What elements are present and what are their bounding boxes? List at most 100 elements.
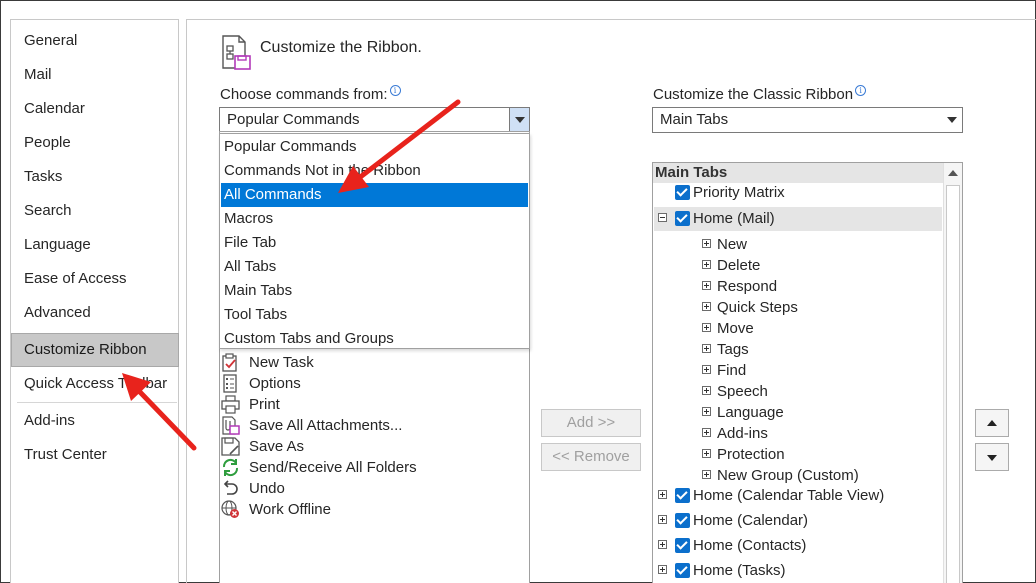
choose-commands-value: Popular Commands — [227, 111, 360, 128]
choose-commands-dropdown[interactable]: Popular Commands — [219, 107, 530, 133]
sidebar-item-calendar[interactable]: Calendar — [12, 93, 177, 125]
sidebar-item-ease-of-access[interactable]: Ease of Access — [12, 263, 177, 295]
offline-globe-icon — [221, 500, 239, 518]
new-task-icon — [222, 353, 237, 372]
tree-item-label: Speech — [717, 383, 768, 400]
expand-icon[interactable] — [658, 565, 667, 574]
scroll-up-icon[interactable] — [948, 170, 958, 176]
dropdown-option[interactable]: Tool Tabs — [221, 303, 528, 327]
expand-icon[interactable] — [702, 344, 711, 353]
tree-item-label: Quick Steps — [717, 299, 798, 316]
list-item-label: Options — [249, 375, 301, 392]
sidebar-item-advanced[interactable]: Advanced — [12, 297, 177, 329]
choose-commands-options: Popular Commands Commands Not in the Rib… — [219, 133, 530, 349]
dropdown-option[interactable]: Popular Commands — [221, 135, 528, 159]
dropdown-option-selected[interactable]: All Commands — [221, 183, 528, 207]
list-item-label: Save All Attachments... — [249, 417, 403, 434]
sidebar-item-people[interactable]: People — [12, 127, 177, 159]
checkbox[interactable] — [675, 563, 690, 578]
triangle-down-icon — [987, 455, 997, 461]
info-icon[interactable]: i — [855, 85, 867, 96]
tree-item-label: Add-ins — [717, 425, 768, 442]
sync-icon — [223, 458, 238, 477]
sidebar-item-trust-center[interactable]: Trust Center — [12, 439, 177, 471]
tree-item-label: Home (Tasks) — [693, 562, 786, 579]
sidebar-item-customize-ribbon[interactable]: Customize Ribbon — [11, 333, 179, 367]
tree-item-label: Protection — [717, 446, 785, 463]
choose-commands-label: Choose commands from: i — [220, 85, 401, 103]
dropdown-option[interactable]: Custom Tabs and Groups — [221, 327, 528, 351]
move-down-button[interactable] — [975, 443, 1009, 471]
tree-item-priority-matrix[interactable]: Priority Matrix — [653, 182, 943, 203]
sidebar-divider — [17, 402, 177, 403]
options-sidebar: General Mail Calendar People Tasks Searc… — [10, 19, 179, 583]
tree-scrollbar[interactable] — [943, 163, 962, 583]
checkbox[interactable] — [675, 488, 690, 503]
remove-button[interactable]: << Remove — [541, 443, 641, 471]
sidebar-item-add-ins[interactable]: Add-ins — [12, 405, 177, 437]
tree-item-label: Home (Mail) — [693, 210, 775, 227]
sidebar-item-search[interactable]: Search — [12, 195, 177, 227]
expand-icon[interactable] — [658, 540, 667, 549]
expand-icon[interactable] — [702, 260, 711, 269]
customize-ribbon-label: Customize the Classic Ribbon i — [653, 85, 867, 103]
tree-item-label: Respond — [717, 278, 778, 295]
tree-item-label: Home (Calendar Table View) — [693, 487, 885, 504]
dropdown-option[interactable]: File Tab — [221, 231, 528, 255]
list-item-label: New Task — [249, 354, 314, 371]
sidebar-item-mail[interactable]: Mail — [12, 59, 177, 91]
expand-icon[interactable] — [702, 281, 711, 290]
expand-icon[interactable] — [702, 302, 711, 311]
ribbon-tree[interactable]: Main Tabs Priority Matrix Home (Mail) Ne… — [652, 162, 963, 583]
printer-icon — [221, 395, 240, 414]
tree-item-home-mail[interactable]: Home (Mail) — [653, 208, 943, 229]
list-item-label: Print — [249, 396, 280, 413]
tree-item-label: Delete — [717, 257, 761, 274]
customize-ribbon-icon — [222, 35, 251, 70]
add-button[interactable]: Add >> — [541, 409, 641, 437]
customize-ribbon-dropdown[interactable]: Main Tabs — [652, 107, 963, 133]
expand-icon[interactable] — [702, 470, 711, 479]
save-as-icon — [221, 437, 240, 456]
dropdown-option[interactable]: Main Tabs — [221, 279, 528, 303]
sidebar-item-tasks[interactable]: Tasks — [12, 161, 177, 193]
expand-icon[interactable] — [702, 428, 711, 437]
sidebar-item-general[interactable]: General — [12, 25, 177, 57]
expand-icon[interactable] — [702, 386, 711, 395]
tree-header: Main Tabs — [653, 163, 943, 183]
tree-item-label: Tags — [717, 341, 749, 358]
tree-item-label: New Group (Custom) — [717, 467, 859, 484]
options-icon — [223, 374, 237, 393]
sidebar-item-language[interactable]: Language — [12, 229, 177, 261]
expand-icon[interactable] — [702, 239, 711, 248]
expand-icon[interactable] — [658, 515, 667, 524]
dropdown-option[interactable]: Commands Not in the Ribbon — [221, 159, 528, 183]
chevron-down-icon[interactable] — [942, 108, 962, 132]
scroll-thumb[interactable] — [946, 185, 960, 583]
info-icon[interactable]: i — [389, 85, 401, 96]
tree-item-label: Home (Calendar) — [693, 512, 809, 529]
collapse-icon[interactable] — [658, 213, 667, 222]
tree-item-label: New — [717, 236, 748, 253]
dropdown-option[interactable]: Macros — [221, 207, 528, 231]
tree-item-label: Move — [717, 320, 754, 337]
list-item-label: Work Offline — [249, 501, 331, 518]
sidebar-item-quick-access-toolbar[interactable]: Quick Access Toolbar — [12, 368, 177, 400]
move-up-button[interactable] — [975, 409, 1009, 437]
checkbox[interactable] — [675, 513, 690, 528]
expand-icon[interactable] — [702, 365, 711, 374]
triangle-up-icon — [987, 420, 997, 426]
dropdown-option[interactable]: All Tabs — [221, 255, 528, 279]
page-title: Customize the Ribbon. — [260, 39, 422, 56]
expand-icon[interactable] — [702, 449, 711, 458]
tree-item-label: Language — [717, 404, 784, 421]
checkbox[interactable] — [675, 538, 690, 553]
undo-icon — [223, 480, 238, 495]
checkbox[interactable] — [675, 211, 690, 226]
expand-icon[interactable] — [702, 323, 711, 332]
tree-item-label: Priority Matrix — [693, 184, 785, 201]
checkbox[interactable] — [675, 185, 690, 200]
expand-icon[interactable] — [658, 490, 667, 499]
chevron-down-icon[interactable] — [509, 108, 529, 132]
expand-icon[interactable] — [702, 407, 711, 416]
